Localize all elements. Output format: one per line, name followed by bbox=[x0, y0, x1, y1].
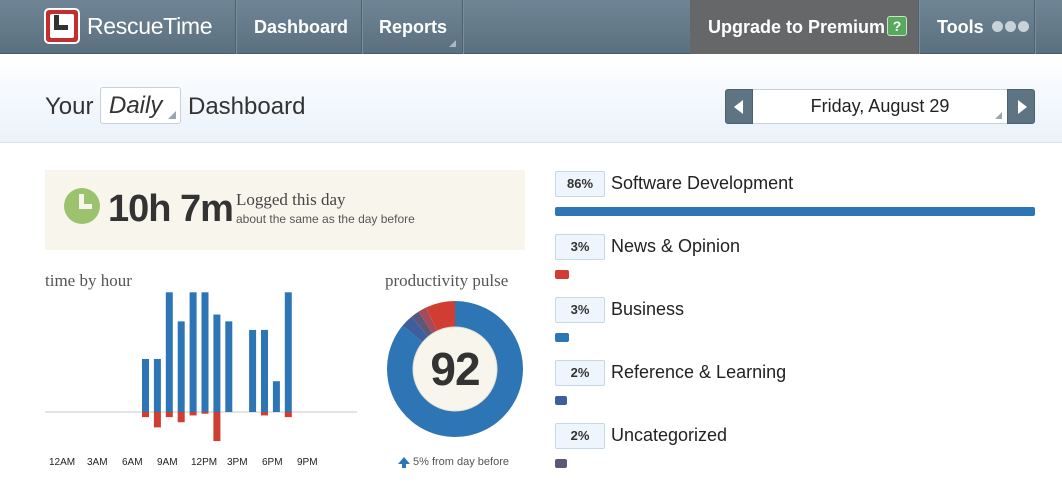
category-name[interactable]: News & Opinion bbox=[611, 236, 740, 257]
dropdown-corner-icon bbox=[168, 111, 176, 119]
distracting-hour-bar[interactable] bbox=[165, 412, 173, 418]
productive-hour-bar[interactable] bbox=[142, 358, 149, 412]
category-percent: 3% bbox=[555, 297, 605, 323]
previous-day-button[interactable] bbox=[725, 89, 753, 124]
distracting-hour-bar[interactable] bbox=[142, 412, 149, 418]
title-prefix: Your bbox=[45, 93, 94, 120]
logo[interactable]: RescueTime bbox=[0, 0, 236, 54]
tools-label: Tools bbox=[937, 16, 984, 37]
time-by-hour-chart: 12AM 3AM 6AM 9AM 12PM 3PM 6PM 9PM bbox=[45, 290, 357, 470]
nav-divider bbox=[1034, 0, 1035, 54]
category-bar bbox=[555, 333, 569, 342]
hour-tick-label: 12AM bbox=[49, 457, 76, 468]
up-arrow-icon bbox=[398, 457, 410, 468]
hour-tick-label: 12PM bbox=[191, 457, 218, 468]
hour-tick-label: 6AM bbox=[122, 457, 143, 468]
period-select-value: Daily bbox=[109, 92, 163, 119]
title-suffix: Dashboard bbox=[188, 93, 306, 120]
nav-divider bbox=[462, 0, 463, 54]
productive-hour-bar[interactable] bbox=[249, 329, 257, 412]
distracting-hour-bar[interactable] bbox=[177, 412, 185, 423]
nav-dashboard-label: Dashboard bbox=[254, 16, 349, 37]
productive-hour-bar[interactable] bbox=[225, 321, 233, 412]
upgrade-premium-button[interactable]: Upgrade to Premium ? bbox=[690, 0, 918, 54]
distracting-hour-bar[interactable] bbox=[261, 412, 268, 416]
category-bar bbox=[555, 396, 567, 405]
category-bar bbox=[555, 207, 1035, 216]
time-by-hour-svg bbox=[45, 292, 357, 442]
productive-hour-bar[interactable] bbox=[213, 314, 221, 412]
distracting-hour-bar[interactable] bbox=[201, 412, 209, 414]
category-bar bbox=[555, 459, 567, 468]
productive-hour-bar[interactable] bbox=[153, 358, 161, 412]
tools-menu[interactable]: Tools bbox=[919, 0, 1034, 54]
date-select[interactable]: Friday, August 29 bbox=[753, 89, 1007, 124]
top-nav: RescueTime Dashboard Reports Upgrade to … bbox=[0, 0, 1062, 54]
distracting-hour-bar[interactable] bbox=[189, 412, 197, 416]
logo-text: RescueTime bbox=[87, 13, 213, 39]
productivity-pulse-title: productivity pulse bbox=[385, 271, 509, 290]
pulse-change-text: 5% from day before bbox=[413, 456, 509, 468]
more-dots-icon bbox=[992, 21, 1029, 32]
nav-reports-label: Reports bbox=[379, 16, 448, 37]
category-percent: 86% bbox=[555, 171, 605, 197]
nav-reports[interactable]: Reports bbox=[362, 0, 462, 54]
hour-tick-label: 3PM bbox=[227, 457, 248, 468]
pulse-change-note: 5% from day before bbox=[398, 456, 509, 468]
category-percent: 3% bbox=[555, 234, 605, 260]
productive-hour-bar[interactable] bbox=[284, 292, 292, 412]
productive-hour-bar[interactable] bbox=[272, 381, 280, 412]
productive-hour-bar[interactable] bbox=[165, 292, 173, 412]
pulse-score: 92 bbox=[430, 343, 480, 395]
category-name[interactable]: Reference & Learning bbox=[611, 362, 786, 383]
category-name[interactable]: Uncategorized bbox=[611, 425, 727, 446]
time-by-hour-title: time by hour bbox=[45, 271, 132, 290]
category-bar bbox=[555, 270, 569, 279]
category-percent: 2% bbox=[555, 360, 605, 386]
hour-tick-label: 9PM bbox=[297, 457, 318, 468]
clock-icon bbox=[64, 188, 100, 224]
logged-comparison: about the same as the day before bbox=[236, 212, 415, 226]
dropdown-corner-icon bbox=[995, 112, 1002, 119]
productive-hour-bar[interactable] bbox=[189, 292, 197, 412]
logged-total: 10h 7m bbox=[108, 188, 234, 230]
period-select[interactable]: Daily bbox=[100, 87, 181, 124]
distracting-hour-bar[interactable] bbox=[284, 412, 292, 418]
logged-time-panel: 10h 7m Logged this day about the same as… bbox=[45, 170, 525, 250]
productivity-pulse-donut: 92 bbox=[386, 300, 524, 438]
category-percent: 2% bbox=[555, 423, 605, 449]
productive-hour-bar[interactable] bbox=[201, 292, 209, 412]
hour-tick-label: 9AM bbox=[157, 457, 178, 468]
hour-tick-label: 3AM bbox=[87, 457, 108, 468]
logged-label: Logged this day bbox=[236, 190, 346, 209]
dashboard-header: Your Daily Dashboard Friday, August 29 bbox=[0, 55, 1062, 143]
upgrade-premium-label: Upgrade to Premium bbox=[708, 16, 886, 37]
category-name[interactable]: Business bbox=[611, 299, 684, 320]
hour-tick-label: 6PM bbox=[262, 457, 283, 468]
help-icon[interactable]: ? bbox=[887, 16, 907, 36]
distracting-hour-bar[interactable] bbox=[213, 412, 221, 442]
logo-clock-icon bbox=[44, 8, 80, 44]
category-name[interactable]: Software Development bbox=[611, 173, 793, 194]
dropdown-corner-icon bbox=[449, 40, 456, 47]
date-select-value: Friday, August 29 bbox=[810, 96, 950, 116]
distracting-hour-bar[interactable] bbox=[153, 412, 161, 428]
next-day-button[interactable] bbox=[1007, 89, 1035, 124]
productive-hour-bar[interactable] bbox=[177, 321, 185, 412]
nav-dashboard[interactable]: Dashboard bbox=[236, 0, 361, 54]
productive-hour-bar[interactable] bbox=[261, 329, 268, 412]
